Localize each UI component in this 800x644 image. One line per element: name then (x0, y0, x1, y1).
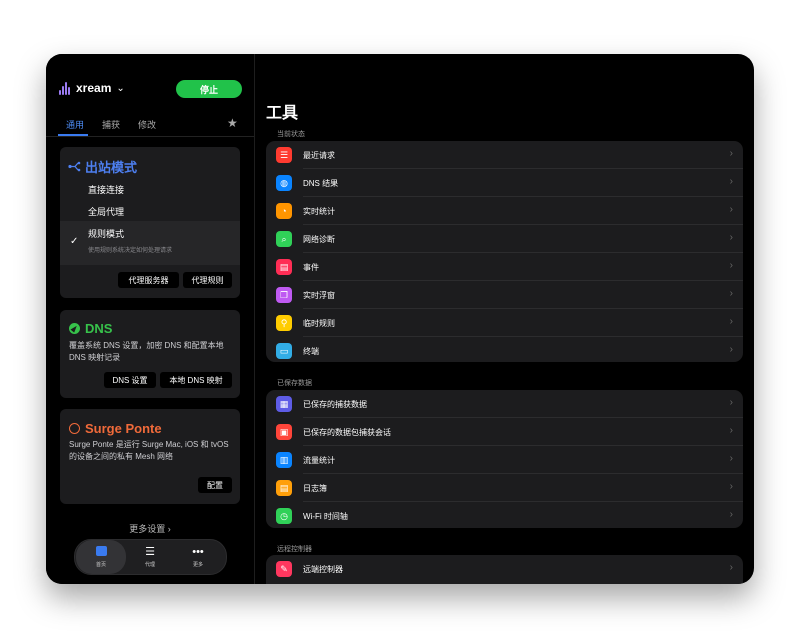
mode-rule-description: 使用规则系统决定如何处理请求 (88, 248, 173, 254)
row-wifi-timeline[interactable]: ◷ Wi-Fi 时间轴 › (266, 502, 743, 528)
outbound-mode-card: 出站模式 直接连接 全局代理 ✓ 规则模式 使用规则系统决定如何处理请求 代理服… (60, 147, 240, 298)
dns-settings-button[interactable]: DNS 设置 (104, 372, 156, 388)
globe-icon: ◍ (276, 175, 292, 191)
ponte-link-icon (69, 423, 80, 434)
page-title: 工具 (266, 105, 299, 122)
tools-panel: 工具 当前状态 ☰ 最近请求 › ◍ DNS 结果 › ◔ 实时统计 › ⌕ 网… (255, 54, 754, 584)
configure-button[interactable]: 配置 (198, 477, 232, 493)
dns-title: DNS (69, 321, 112, 336)
terminal-icon: ▭ (276, 343, 292, 359)
outbound-mode-title: 出站模式 (68, 157, 137, 176)
chevron-right-icon: › (729, 232, 733, 243)
proxy-rules-button[interactable]: 代理规则 (183, 272, 232, 288)
row-realtime-stats[interactable]: ◔ 实时统计 › (266, 197, 743, 225)
group-remote-controller: ✎ 远端控制器 › (266, 555, 743, 584)
nav-home[interactable]: 首页 (76, 540, 126, 574)
book-icon: ▤ (276, 480, 292, 496)
chart-icon: ▥ (276, 452, 292, 468)
row-realtime-overlay[interactable]: ❐ 实时浮窗 › (266, 281, 743, 309)
home-icon (76, 546, 126, 559)
nav-proxy[interactable]: ☰ 代理 (125, 540, 175, 574)
sidebar-tabs: 通用 捕获 修改 ★ (46, 116, 254, 137)
section-header-current-status: 当前状态 (277, 131, 305, 138)
row-dns-results[interactable]: ◍ DNS 结果 › (266, 169, 743, 197)
profile-name: xream (76, 81, 112, 95)
surge-ponte-description: Surge Ponte 是运行 Surge Mac, iOS 和 tvOS 的设… (69, 440, 229, 461)
group-saved-data: ▦ 已保存的捕获数据 › ▣ 已保存的数据包捕获会话 › ▥ 流量统计 › ▤ … (266, 390, 743, 528)
app-window: xream ⌄ 停止 通用 捕获 修改 ★ 出站模式 直接连接 全局代理 ✓ 规… (46, 54, 754, 584)
chevron-right-icon: › (729, 176, 733, 187)
compass-icon (69, 323, 80, 334)
section-header-remote-controller: 远程控制器 (277, 546, 312, 553)
row-saved-captures[interactable]: ▦ 已保存的捕获数据 › (266, 390, 743, 418)
nav-more[interactable]: ••• 更多 (173, 540, 223, 574)
chevron-right-icon: › (729, 260, 733, 271)
row-remote-controller[interactable]: ✎ 远端控制器 › (266, 555, 743, 583)
gauge-icon: ◔ (276, 203, 292, 219)
pin-icon: ⚲ (276, 315, 292, 331)
tab-capture[interactable]: 捕获 (102, 118, 120, 131)
list-icon: ☰ (276, 147, 292, 163)
chevron-right-icon: › (729, 481, 733, 492)
proxy-servers-button[interactable]: 代理服务器 (118, 272, 179, 288)
mode-global-proxy[interactable]: 全局代理 (60, 199, 240, 221)
checkmark-icon: ✓ (70, 236, 79, 247)
chevron-right-icon: › (729, 148, 733, 159)
chevron-right-icon: › (729, 397, 733, 408)
chevron-right-icon: › (729, 509, 733, 520)
window-icon: ❐ (276, 287, 292, 303)
waveform-icon (59, 81, 71, 95)
magnifier-icon: ⌕ (276, 231, 292, 247)
dns-card: DNS 覆盖系统 DNS 设置，加密 DNS 和配置本地 DNS 映射记录 DN… (60, 310, 240, 398)
row-traffic-stats[interactable]: ▥ 流量统计 › (266, 446, 743, 474)
package-icon: ▣ (276, 424, 292, 440)
sidebar: xream ⌄ 停止 通用 捕获 修改 ★ 出站模式 直接连接 全局代理 ✓ 规… (46, 54, 255, 584)
tab-general[interactable]: 通用 (66, 118, 84, 131)
stop-button[interactable]: 停止 (176, 80, 242, 98)
chevron-right-icon: › (729, 562, 733, 573)
star-icon[interactable]: ★ (227, 116, 238, 130)
archive-icon: ▦ (276, 396, 292, 412)
local-dns-mapping-button[interactable]: 本地 DNS 映射 (160, 372, 232, 388)
row-recent-requests[interactable]: ☰ 最近请求 › (266, 141, 743, 169)
document-icon: ▤ (276, 259, 292, 275)
chevron-right-icon: › (729, 453, 733, 464)
surge-ponte-title: Surge Ponte (69, 421, 162, 436)
row-temporary-rules[interactable]: ⚲ 临时规则 › (266, 309, 743, 337)
chevron-down-icon: ⌄ (116, 82, 125, 94)
remote-icon: ✎ (276, 561, 292, 577)
row-logbook[interactable]: ▤ 日志簿 › (266, 474, 743, 502)
section-header-saved-data: 已保存数据 (277, 380, 312, 387)
mode-direct[interactable]: 直接连接 (60, 177, 240, 199)
chevron-right-icon: › (729, 316, 733, 327)
chevron-right-icon: › (729, 344, 733, 355)
row-terminal[interactable]: ▭ 终端 › (266, 337, 743, 362)
chevron-right-icon: › (729, 425, 733, 436)
row-events[interactable]: ▤ 事件 › (266, 253, 743, 281)
chevron-right-icon: › (729, 204, 733, 215)
tab-indicator (58, 134, 88, 136)
chevron-right-icon: › (729, 288, 733, 299)
more-settings-link[interactable]: 更多设置 › (46, 522, 254, 535)
clock-icon: ◷ (276, 508, 292, 524)
more-icon: ••• (192, 546, 204, 558)
branch-icon (68, 161, 81, 172)
bottom-nav: 首页 ☰ 代理 ••• 更多 (74, 539, 227, 575)
dns-description: 覆盖系统 DNS 设置，加密 DNS 和配置本地 DNS 映射记录 (69, 341, 224, 362)
profile-selector[interactable]: xream ⌄ (59, 81, 125, 95)
row-network-diagnostics[interactable]: ⌕ 网络诊断 › (266, 225, 743, 253)
tab-modify[interactable]: 修改 (138, 118, 156, 131)
surge-ponte-card: Surge Ponte Surge Ponte 是运行 Surge Mac, i… (60, 409, 240, 504)
list-icon: ☰ (145, 546, 155, 558)
mode-rule[interactable]: ✓ 规则模式 使用规则系统决定如何处理请求 (60, 221, 240, 265)
group-current-status: ☰ 最近请求 › ◍ DNS 结果 › ◔ 实时统计 › ⌕ 网络诊断 › ▤ (266, 141, 743, 362)
row-saved-packet-sessions[interactable]: ▣ 已保存的数据包捕获会话 › (266, 418, 743, 446)
